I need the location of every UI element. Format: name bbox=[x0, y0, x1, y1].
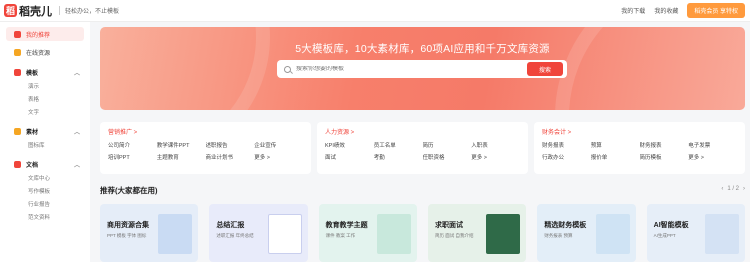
recommend-card[interactable]: 求职面试 简历 面试 自我介绍 bbox=[427, 204, 527, 262]
material-icon bbox=[14, 127, 21, 135]
category-link[interactable]: 电子发票 bbox=[688, 141, 737, 149]
chevron-up-icon[interactable]: ︿ bbox=[74, 127, 80, 136]
recommend-icon bbox=[14, 30, 21, 38]
category-title[interactable]: 人力资源 > bbox=[325, 127, 520, 136]
card-desc: 财务报表 预算 bbox=[544, 233, 573, 238]
sidebar-section-material[interactable]: 素材 ︿ bbox=[0, 124, 90, 138]
category-link[interactable]: 行政办公 bbox=[542, 153, 591, 161]
template-icon bbox=[14, 68, 21, 76]
chevron-up-icon[interactable]: ︿ bbox=[74, 160, 80, 169]
category-card-hr: 人力资源 > KPI绩效 员工名单 简历 入职表 面试 考勤 任职资格 更多 > bbox=[317, 122, 528, 174]
sidebar-sub-item[interactable]: 文库中心 bbox=[0, 171, 90, 184]
card-desc: 课件 教案 工作 bbox=[325, 233, 356, 238]
category-link[interactable]: 述职报告 bbox=[206, 141, 255, 149]
section-label: 模板 bbox=[26, 70, 39, 77]
category-card-marketing: 营销推广 > 公司简介 教学课件PPT 述职报告 企业宣传 培训PPT 主题教育… bbox=[100, 122, 311, 174]
card-desc: 述职汇报 年终总结 bbox=[216, 233, 254, 238]
logo-mark: 稻 bbox=[4, 4, 17, 17]
category-link[interactable]: 主题教育 bbox=[157, 153, 206, 161]
recommend-card[interactable]: 总结汇报 述职汇报 年终总结 bbox=[209, 204, 308, 262]
banner-decoration bbox=[100, 27, 270, 110]
sidebar-section-docs[interactable]: 文档 ︿ bbox=[0, 157, 90, 171]
category-more-link[interactable]: 更多 > bbox=[471, 153, 520, 161]
logo-text: 稻壳儿 bbox=[19, 5, 52, 18]
category-link[interactable]: 预算 bbox=[591, 141, 640, 149]
sidebar-sub-item[interactable]: 图标库 bbox=[0, 138, 90, 151]
category-link[interactable]: 简历模板 bbox=[640, 153, 689, 161]
category-link[interactable]: 财务报表 bbox=[542, 141, 591, 149]
card-desc: PPT 模板 字体 图标 bbox=[107, 233, 147, 238]
recommend-card[interactable]: 精选财务模板 财务报表 预算 bbox=[537, 204, 636, 262]
category-link[interactable]: 教学课件PPT bbox=[157, 141, 206, 149]
pager: ‹ 1 / 2 › bbox=[721, 186, 745, 192]
my-favorites-link[interactable]: 我的收藏 bbox=[654, 6, 678, 15]
category-link[interactable]: 企业宣传 bbox=[254, 141, 303, 149]
sidebar-item-label: 在线资源 bbox=[26, 50, 51, 57]
category-link[interactable]: 考勤 bbox=[374, 153, 423, 161]
category-title[interactable]: 财务会计 > bbox=[542, 127, 737, 136]
search-button[interactable]: 搜索 bbox=[527, 62, 563, 76]
category-link[interactable]: 简历 bbox=[423, 141, 472, 149]
slogan: 轻松办公，不止模板 bbox=[59, 6, 119, 15]
sidebar-sub-item[interactable]: 表格 bbox=[0, 92, 90, 105]
category-link[interactable]: 培训PPT bbox=[108, 153, 157, 161]
folder-icon bbox=[14, 48, 21, 56]
category-link[interactable]: 员工名单 bbox=[374, 141, 423, 149]
my-downloads-link[interactable]: 我的下载 bbox=[621, 6, 645, 15]
recommend-card[interactable]: AI智能模板 AI生成PPT bbox=[646, 204, 745, 262]
category-card-finance: 财务会计 > 财务报表 预算 财务报表 电子发票 行政办公 报价单 简历模板 更… bbox=[534, 122, 745, 174]
category-link[interactable]: KPI绩效 bbox=[325, 141, 374, 149]
sidebar-item-label: 我的推荐 bbox=[26, 32, 51, 39]
document-icon bbox=[14, 160, 21, 168]
card-title: 精选财务模板 bbox=[544, 222, 587, 229]
sidebar-sub-item[interactable]: 行业报告 bbox=[0, 197, 90, 210]
card-title: 教育教学主题 bbox=[325, 222, 368, 229]
search-icon bbox=[284, 65, 291, 73]
sidebar-sub-item[interactable]: 写作模板 bbox=[0, 184, 90, 197]
category-link[interactable]: 商业计划书 bbox=[206, 153, 255, 161]
search-input[interactable] bbox=[296, 66, 526, 72]
sidebar: 我的推荐 在线资源 模板 ︿ 演示 表格 文字 素材 ︿ 图标库 文档 ︿ 文库… bbox=[0, 22, 90, 262]
banner-decoration bbox=[555, 27, 745, 110]
chevron-up-icon[interactable]: ︿ bbox=[74, 68, 80, 77]
recommend-row: 商用资源合集 PPT 模板 字体 图标 总结汇报 述职汇报 年终总结 教育教学主… bbox=[100, 204, 745, 262]
vip-cta-button[interactable]: 稻壳会员 享特权 bbox=[687, 3, 745, 18]
category-title[interactable]: 营销推广 > bbox=[108, 127, 303, 136]
sidebar-section-template[interactable]: 模板 ︿ bbox=[0, 65, 90, 79]
category-more-link[interactable]: 更多 > bbox=[688, 153, 737, 161]
card-title: 求职面试 bbox=[434, 222, 463, 229]
category-link[interactable]: 报价单 bbox=[591, 153, 640, 161]
recommend-title: 推荐(大家都在用) bbox=[100, 186, 158, 195]
card-title: 商用资源合集 bbox=[107, 222, 149, 229]
sidebar-sub-item[interactable]: 范文资料 bbox=[0, 210, 90, 223]
banner-title: 5大模板库，10大素材库，60项AI应用和千万文库资源 bbox=[295, 43, 550, 55]
card-desc: AI生成PPT bbox=[653, 233, 676, 238]
category-more-link[interactable]: 更多 > bbox=[254, 153, 303, 161]
section-label: 素材 bbox=[26, 129, 39, 136]
sidebar-item-recommend[interactable]: 我的推荐 bbox=[6, 27, 84, 41]
sidebar-sub-item[interactable]: 文字 bbox=[0, 105, 90, 118]
category-link[interactable]: 面试 bbox=[325, 153, 374, 161]
chevron-right-icon[interactable]: › bbox=[743, 186, 745, 192]
logo[interactable]: 稻 稻壳儿 bbox=[4, 3, 52, 19]
card-title: 总结汇报 bbox=[216, 222, 245, 229]
card-desc: 简历 面试 自我介绍 bbox=[434, 233, 474, 238]
category-link[interactable]: 财务报表 bbox=[640, 141, 689, 149]
category-link[interactable]: 公司简介 bbox=[108, 141, 157, 149]
recommend-card[interactable]: 商用资源合集 PPT 模板 字体 图标 bbox=[100, 204, 199, 262]
category-link[interactable]: 任职资格 bbox=[423, 153, 472, 161]
section-label: 文档 bbox=[26, 162, 39, 169]
sidebar-sub-item[interactable]: 演示 bbox=[0, 79, 90, 92]
category-link[interactable]: 入职表 bbox=[471, 141, 520, 149]
chevron-left-icon[interactable]: ‹ bbox=[721, 186, 723, 192]
category-panel: 营销推广 > 公司简介 教学课件PPT 述职报告 企业宣传 培训PPT 主题教育… bbox=[100, 122, 745, 174]
sidebar-item-online[interactable]: 在线资源 bbox=[0, 45, 90, 59]
top-bar: 稻 稻壳儿 轻松办公，不止模板 我的下载 我的收藏 稻壳会员 享特权 bbox=[0, 0, 750, 22]
card-title: AI智能模板 bbox=[653, 222, 689, 229]
hero-banner: 5大模板库，10大素材库，60项AI应用和千万文库资源 搜索 bbox=[100, 27, 745, 110]
search-box: 搜索 bbox=[277, 60, 567, 78]
page-indicator: 1 / 2 bbox=[727, 186, 739, 192]
recommend-card[interactable]: 教育教学主题 课件 教案 工作 bbox=[318, 204, 417, 262]
